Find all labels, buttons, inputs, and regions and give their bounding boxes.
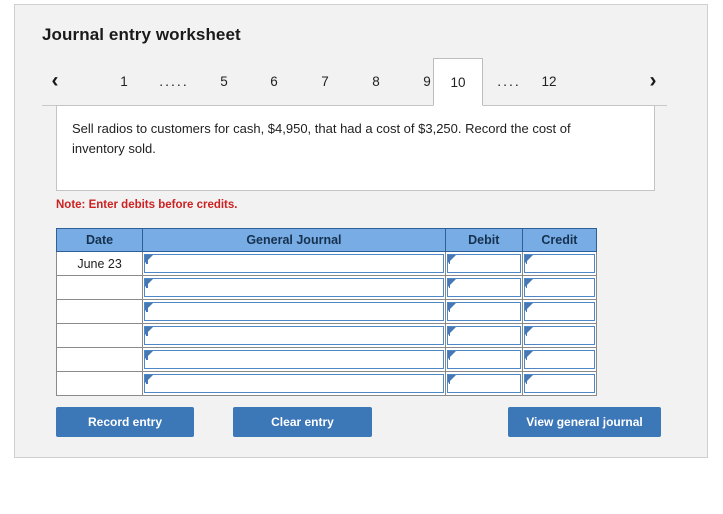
cell-credit[interactable]	[521, 371, 598, 396]
credit-input[interactable]	[523, 302, 595, 321]
debits-before-credits-note: Note: Enter debits before credits.	[56, 199, 238, 211]
cell-date[interactable]	[55, 371, 144, 396]
general-journal-input[interactable]	[144, 350, 444, 369]
transaction-description-box: Sell radios to customers for cash, $4,95…	[56, 105, 655, 191]
column-header-general-journal: General Journal	[142, 228, 446, 252]
cell-general-journal[interactable]	[142, 275, 446, 300]
tab-ellipsis-1: .....	[159, 73, 189, 89]
table-row	[55, 323, 598, 348]
cell-general-journal[interactable]	[142, 323, 446, 348]
cell-general-journal[interactable]	[142, 371, 446, 396]
cell-credit[interactable]	[521, 275, 598, 300]
debit-input[interactable]	[446, 374, 521, 393]
cell-debit[interactable]	[444, 347, 523, 372]
table-row	[55, 371, 598, 396]
cell-general-journal[interactable]	[142, 299, 446, 324]
tab-7[interactable]: 7	[305, 58, 345, 106]
tab-5[interactable]: 5	[204, 58, 244, 106]
tab-ellipsis-8: ....	[497, 73, 521, 89]
table-row	[55, 347, 598, 372]
page-title: Journal entry worksheet	[42, 25, 241, 44]
next-page-chevron-icon[interactable]: ›	[640, 58, 666, 106]
credit-input[interactable]	[523, 350, 595, 369]
cell-general-journal[interactable]	[142, 251, 446, 276]
cell-debit[interactable]	[444, 299, 523, 324]
table-row: June 23	[55, 251, 598, 276]
worksheet-panel: Journal entry worksheet ‹ 1..... 5 6 7 8 9 10.…	[14, 4, 708, 458]
general-journal-input[interactable]	[144, 278, 444, 297]
column-header-credit: Credit	[521, 228, 598, 252]
cell-credit[interactable]	[521, 251, 598, 276]
cell-debit[interactable]	[444, 323, 523, 348]
cell-credit[interactable]	[521, 299, 598, 324]
debit-input[interactable]	[446, 350, 521, 369]
general-journal-input[interactable]	[144, 302, 444, 321]
cell-credit[interactable]	[521, 323, 598, 348]
general-journal-input[interactable]	[144, 254, 444, 273]
record-entry-button[interactable]: Record entry	[56, 407, 194, 437]
journal-entry-table: Date General Journal Debit Credit June 2…	[55, 228, 598, 396]
tab-list: 1..... 5 6 7 8 9 10.... 12	[42, 58, 667, 106]
credit-input[interactable]	[523, 278, 595, 297]
transaction-description-text: Sell radios to customers for cash, $4,95…	[72, 121, 571, 156]
tab-active-10[interactable]: 10	[433, 58, 483, 106]
tab-1[interactable]: 1	[104, 58, 144, 106]
tab-strip: ‹ 1..... 5 6 7 8 9 10.... 12 ›	[15, 58, 707, 106]
table-header-row: Date General Journal Debit Credit	[55, 228, 598, 252]
tab-6[interactable]: 6	[254, 58, 294, 106]
clear-entry-button[interactable]: Clear entry	[233, 407, 372, 437]
debit-input[interactable]	[446, 302, 521, 321]
cell-date[interactable]	[55, 347, 144, 372]
debit-input[interactable]	[446, 254, 521, 273]
cell-debit[interactable]	[444, 251, 523, 276]
general-journal-input[interactable]	[144, 326, 444, 345]
cell-date[interactable]	[55, 275, 144, 300]
credit-input[interactable]	[523, 374, 595, 393]
cell-debit[interactable]	[444, 371, 523, 396]
credit-input[interactable]	[523, 326, 595, 345]
general-journal-input[interactable]	[144, 374, 444, 393]
debit-input[interactable]	[446, 326, 521, 345]
view-general-journal-button[interactable]: View general journal	[508, 407, 661, 437]
cell-date[interactable]	[55, 323, 144, 348]
cell-general-journal[interactable]	[142, 347, 446, 372]
tab-12[interactable]: 12	[529, 58, 569, 106]
cell-credit[interactable]	[521, 347, 598, 372]
column-header-debit: Debit	[444, 228, 523, 252]
cell-date[interactable]: June 23	[55, 251, 144, 276]
table-row	[55, 299, 598, 324]
debit-input[interactable]	[446, 278, 521, 297]
cell-date[interactable]	[55, 299, 144, 324]
cell-debit[interactable]	[444, 275, 523, 300]
table-row	[55, 275, 598, 300]
credit-input[interactable]	[523, 254, 595, 273]
column-header-date: Date	[55, 228, 144, 252]
tab-8[interactable]: 8	[356, 58, 396, 106]
